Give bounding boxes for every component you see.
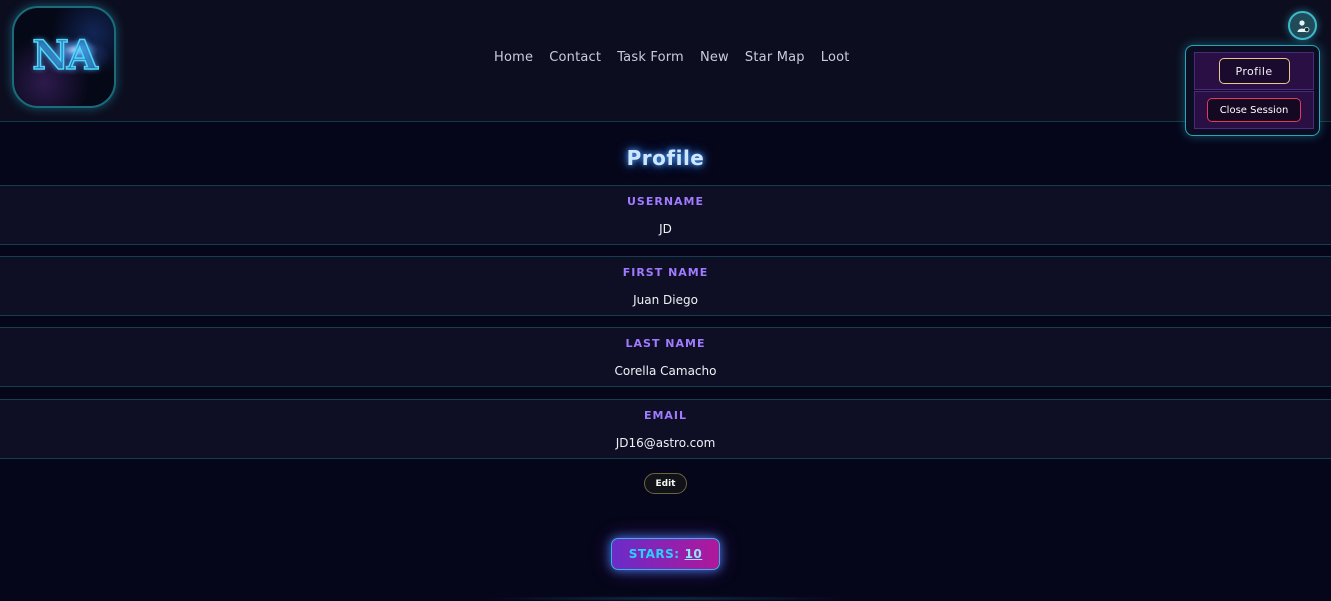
profile-button[interactable]: Profile xyxy=(1218,58,1290,84)
nav-contact[interactable]: Contact xyxy=(549,50,601,70)
nav-new[interactable]: New xyxy=(700,50,729,70)
email-label: EMAIL xyxy=(643,409,688,422)
username-field: USERNAME JD xyxy=(0,185,1331,245)
nav-star-map[interactable]: Star Map xyxy=(745,50,805,70)
dropdown-item-close-session: Close Session xyxy=(1194,91,1314,129)
last-name-field: LAST NAME Corella Camacho xyxy=(0,327,1331,387)
email-value: JD16@astro.com xyxy=(615,436,716,450)
nav-loot[interactable]: Loot xyxy=(821,50,850,70)
stars-badge: STARS: 10 xyxy=(611,538,720,570)
header: NA Home Contact Task Form New Star Map L… xyxy=(0,0,1331,122)
logo[interactable]: NA xyxy=(12,6,116,108)
logo-text: NA xyxy=(31,31,98,80)
main-nav: Home Contact Task Form New Star Map Loot xyxy=(494,50,850,70)
username-value: JD xyxy=(659,222,672,236)
email-field: EMAIL JD16@astro.com xyxy=(0,399,1331,459)
nav-task-form[interactable]: Task Form xyxy=(617,50,684,70)
last-name-value: Corella Camacho xyxy=(614,364,717,378)
user-menu-button[interactable] xyxy=(1288,11,1317,40)
page-title: Profile xyxy=(626,146,705,170)
stars-label: STARS: xyxy=(628,547,680,561)
dropdown-item-profile: Profile xyxy=(1194,52,1314,90)
first-name-value: Juan Diego xyxy=(633,293,698,307)
stars-count-link[interactable]: 10 xyxy=(685,547,703,561)
last-name-label: LAST NAME xyxy=(625,337,706,350)
first-name-field: FIRST NAME Juan Diego xyxy=(0,256,1331,316)
user-dropdown: Profile Close Session xyxy=(1185,45,1320,136)
bottom-glow xyxy=(480,596,850,601)
user-icon xyxy=(1297,19,1309,32)
edit-button[interactable]: Edit xyxy=(644,473,687,494)
username-label: USERNAME xyxy=(626,195,705,208)
nav-home[interactable]: Home xyxy=(494,50,533,70)
first-name-label: FIRST NAME xyxy=(622,266,709,279)
close-session-button[interactable]: Close Session xyxy=(1207,98,1301,122)
